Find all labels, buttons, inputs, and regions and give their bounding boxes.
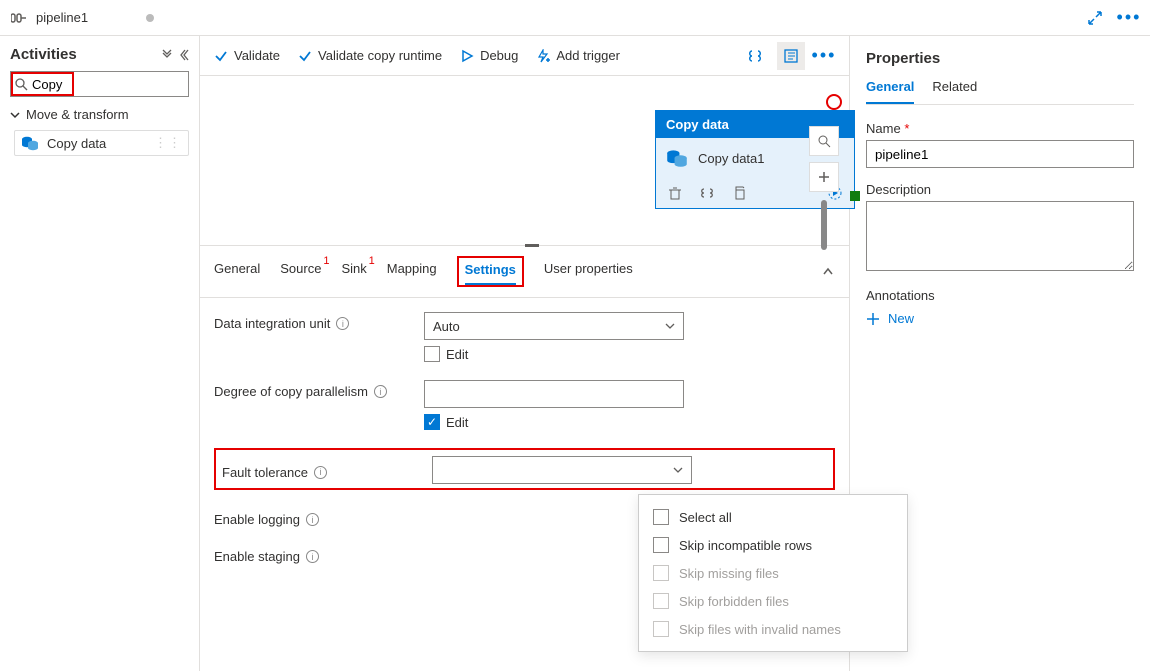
properties-tab-related[interactable]: Related: [932, 79, 977, 104]
search-icon: [15, 78, 28, 91]
fault-tolerance-select[interactable]: [432, 456, 692, 484]
option-skip-invalid-names: Skip files with invalid names: [639, 615, 907, 643]
add-trigger-button[interactable]: Add trigger: [536, 48, 620, 63]
annotations-label: Annotations: [866, 288, 1134, 303]
activities-search[interactable]: [10, 71, 189, 97]
search-input[interactable]: [32, 77, 70, 92]
more-actions-icon[interactable]: •••: [813, 45, 835, 67]
add-annotation-button[interactable]: New: [866, 311, 1134, 326]
info-icon[interactable]: i: [336, 317, 349, 330]
drag-handle-icon[interactable]: ⋮⋮: [154, 135, 182, 151]
diu-select[interactable]: Auto: [424, 312, 684, 340]
database-icon: [666, 148, 688, 168]
enable-logging-label: Enable logging: [214, 512, 300, 527]
validate-copy-runtime-button[interactable]: Validate copy runtime: [298, 48, 442, 63]
canvas-search-button[interactable]: [809, 126, 839, 156]
properties-tab-general[interactable]: General: [866, 79, 914, 104]
parallelism-edit-checkbox[interactable]: ✓: [424, 414, 440, 430]
settings-panel: Data integration uniti Auto Edit Degree …: [200, 298, 849, 596]
info-icon[interactable]: i: [306, 513, 319, 526]
option-skip-incompatible[interactable]: Skip incompatible rows: [639, 531, 907, 559]
code-view-button[interactable]: [741, 42, 769, 70]
fault-tolerance-label: Fault tolerance: [222, 465, 308, 480]
expand-icon[interactable]: [1084, 7, 1106, 29]
debug-button[interactable]: Debug: [460, 48, 518, 63]
parallelism-input[interactable]: [424, 380, 684, 408]
tab-general[interactable]: General: [214, 261, 260, 282]
unsaved-indicator-icon: [146, 14, 154, 22]
description-label: Description: [866, 182, 1134, 197]
delete-icon[interactable]: [666, 184, 684, 202]
info-icon[interactable]: i: [306, 550, 319, 563]
pipeline-canvas[interactable]: Copy data Copy data1: [200, 76, 849, 246]
option-skip-forbidden: Skip forbidden files: [639, 587, 907, 615]
activities-sidebar: Activities Move & transform Copy data ⋮⋮: [0, 36, 200, 671]
enable-staging-label: Enable staging: [214, 549, 300, 564]
pipeline-icon: [10, 9, 28, 27]
option-select-all[interactable]: Select all: [639, 503, 907, 531]
top-bar: pipeline1 •••: [0, 0, 1150, 36]
name-label: Name *: [866, 121, 1134, 136]
collapse-panel-icon[interactable]: [821, 265, 835, 279]
properties-toggle-button[interactable]: [777, 42, 805, 70]
info-icon[interactable]: i: [314, 466, 327, 479]
tab-user-properties[interactable]: User properties: [544, 261, 633, 282]
activity-label: Copy data: [47, 136, 106, 151]
group-label: Move & transform: [26, 107, 129, 122]
highlight-circle-icon: [826, 94, 842, 110]
more-icon[interactable]: •••: [1118, 7, 1140, 29]
activities-heading: Activities: [10, 46, 77, 63]
canvas-add-button[interactable]: [809, 162, 839, 192]
properties-heading: Properties: [866, 50, 1134, 67]
diu-label: Data integration unit: [214, 316, 330, 331]
pipeline-tab-title[interactable]: pipeline1: [36, 10, 88, 25]
chevron-down-icon: [673, 465, 683, 475]
activity-copy-data[interactable]: Copy data ⋮⋮: [14, 130, 189, 156]
pipeline-action-bar: Validate Validate copy runtime Debug Add…: [200, 36, 849, 76]
collapse-down-icon[interactable]: [161, 49, 173, 61]
code-icon[interactable]: [698, 184, 716, 202]
copy-icon[interactable]: [730, 184, 748, 202]
move-transform-group[interactable]: Move & transform: [10, 107, 189, 122]
description-textarea[interactable]: [866, 201, 1134, 271]
database-icon: [21, 135, 39, 151]
option-skip-missing: Skip missing files: [639, 559, 907, 587]
info-icon[interactable]: i: [374, 385, 387, 398]
tab-mapping[interactable]: Mapping: [387, 261, 437, 282]
tab-sink[interactable]: Sink1: [341, 261, 366, 282]
activity-tabs: General Source1 Sink1 Mapping Settings U…: [200, 246, 849, 298]
tab-source[interactable]: Source1: [280, 261, 321, 282]
validate-button[interactable]: Validate: [214, 48, 280, 63]
collapse-left-icon[interactable]: [177, 49, 189, 61]
name-input[interactable]: [866, 140, 1134, 168]
center-pane: Validate Validate copy runtime Debug Add…: [200, 36, 850, 671]
zoom-scrollbar[interactable]: [821, 200, 827, 250]
tab-settings[interactable]: Settings: [465, 262, 516, 285]
output-port-icon[interactable]: [850, 191, 860, 201]
activity-name: Copy data1: [698, 151, 765, 166]
fault-tolerance-dropdown: Select all Skip incompatible rows Skip m…: [638, 494, 908, 652]
parallelism-label: Degree of copy parallelism: [214, 384, 368, 399]
diu-edit-checkbox[interactable]: [424, 346, 440, 362]
chevron-down-icon: [665, 321, 675, 331]
